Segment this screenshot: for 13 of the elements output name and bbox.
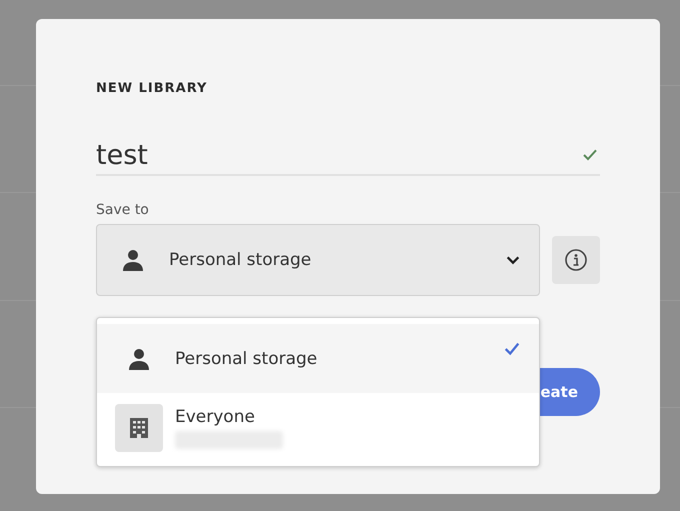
field-label: Save to: [96, 202, 150, 218]
item-label: Everyone: [175, 406, 256, 426]
person-icon: [121, 248, 145, 272]
checkmark-icon: [503, 340, 521, 358]
info-button[interactable]: [552, 236, 600, 284]
info-icon: [564, 248, 588, 272]
dialog-title: NEW LIBRARY: [96, 81, 208, 96]
item-label: Personal storage: [175, 348, 318, 368]
storage-dropdown[interactable]: Personal storage: [96, 224, 540, 296]
name-field[interactable]: test: [96, 140, 582, 170]
building-icon: [115, 404, 163, 452]
menu-item[interactable]: Personal storage: [97, 324, 539, 393]
person-icon: [127, 346, 151, 370]
